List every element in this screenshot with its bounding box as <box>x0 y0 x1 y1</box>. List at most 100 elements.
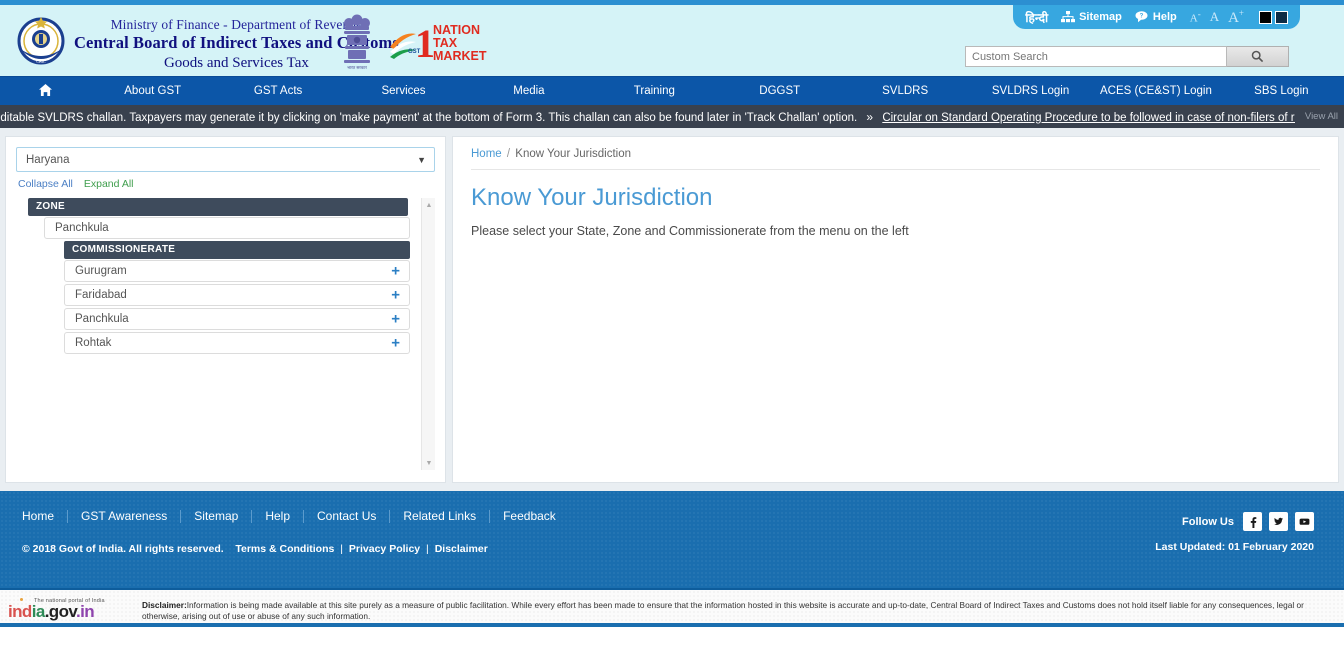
footer-pipe: | <box>340 543 343 555</box>
scroll-up-arrow-icon[interactable]: ▲ <box>422 198 436 212</box>
nav-item-gst-acts[interactable]: GST Acts <box>215 77 340 106</box>
ashoka-emblem-icon: भारत सरकार <box>344 14 370 70</box>
breadcrumb-current: Know Your Jurisdiction <box>515 148 632 160</box>
facebook-link[interactable] <box>1243 512 1262 531</box>
breadcrumb-home-link[interactable]: Home <box>471 148 502 160</box>
collapse-all-link[interactable]: Collapse All <box>18 178 73 190</box>
commissionerate-header: COMMISSIONERATE <box>64 241 410 259</box>
state-select-value: Haryana <box>26 153 70 166</box>
nav-item-training[interactable]: Training <box>592 77 717 106</box>
youtube-link[interactable] <box>1295 512 1314 531</box>
contrast-swatches <box>1259 10 1288 24</box>
cbic-emblem-logo: CBIC <box>17 17 65 65</box>
expand-plus-icon[interactable]: + <box>391 336 400 351</box>
nav-item-media[interactable]: Media <box>466 77 591 106</box>
footer-link-related-links[interactable]: Related Links <box>390 509 489 523</box>
font-decrease-button[interactable]: A- <box>1190 9 1201 25</box>
commissionerate-row[interactable]: Rohtak + <box>64 332 410 354</box>
breadcrumb-divider <box>471 169 1320 170</box>
hindi-language-link[interactable]: हिन्दी <box>1025 9 1048 26</box>
svg-text:TAX: TAX <box>433 36 458 50</box>
india-gov-wordmark: india.gov.in <box>8 602 130 622</box>
sitemap-label: Sitemap <box>1079 11 1122 23</box>
footer-link-terms[interactable]: Terms & Conditions <box>235 543 334 555</box>
state-select[interactable]: Haryana ▼ <box>16 147 435 172</box>
search-input[interactable] <box>965 46 1227 67</box>
home-icon <box>38 84 52 97</box>
commissionerate-row[interactable]: Gurugram + <box>64 260 410 282</box>
ticker-circular-link[interactable]: Circular on Standard Operating Procedure… <box>882 112 1318 124</box>
commissionerate-label: Gurugram <box>75 265 127 277</box>
utility-bar: हिन्दी Sitemap ? Help A- A A+ <box>1013 5 1300 29</box>
help-label: Help <box>1152 11 1177 23</box>
one-nation-tax-market-logo: GST 1 NATION TAX MARKET <box>390 21 487 63</box>
nav-item-services[interactable]: Services <box>341 77 466 106</box>
site-footer: Home GST Awareness Sitemap Help Contact … <box>0 491 1344 588</box>
commissionerate-label: Panchkula <box>75 313 129 325</box>
expand-plus-icon[interactable]: + <box>391 264 400 279</box>
main-content: Home / Know Your Jurisdiction Know Your … <box>452 136 1339 483</box>
expand-plus-icon[interactable]: + <box>391 288 400 303</box>
ticker-message: editable SVLDRS challan. Taxpayers may g… <box>0 111 858 124</box>
commissionerate-label: Faridabad <box>75 289 127 301</box>
sitemap-link[interactable]: Sitemap <box>1061 11 1122 23</box>
youtube-icon <box>1298 515 1311 528</box>
nav-item-svldrs-login[interactable]: SVLDRS Login <box>968 77 1093 106</box>
tree-actions: Collapse All Expand All <box>16 178 435 190</box>
footer-link-privacy[interactable]: Privacy Policy <box>349 543 420 555</box>
commissionerate-row[interactable]: Panchkula + <box>64 308 410 330</box>
tree-scrollbar[interactable]: ▲ ▼ <box>421 198 435 470</box>
nav-item-home[interactable] <box>0 77 90 106</box>
svg-text:1: 1 <box>415 21 435 63</box>
nav-item-about-gst[interactable]: About GST <box>90 77 215 106</box>
breadcrumb: Home / Know Your Jurisdiction <box>471 148 1320 169</box>
search-bar <box>965 46 1289 67</box>
tree-scroll-area: ZONE Panchkula COMMISSIONERATE Gurugram … <box>16 198 435 478</box>
twitter-link[interactable] <box>1269 512 1288 531</box>
facebook-icon <box>1246 515 1259 528</box>
ticker-separator-icon: » <box>866 109 874 124</box>
font-size-controls: A- A A+ <box>1190 8 1244 27</box>
ticker-view-all-link[interactable]: View All <box>1294 105 1338 128</box>
search-button[interactable] <box>1227 46 1289 67</box>
expand-all-link[interactable]: Expand All <box>84 178 134 190</box>
news-ticker: editable SVLDRS challan. Taxpayers may g… <box>0 105 1344 128</box>
contrast-navy-swatch[interactable] <box>1275 10 1288 24</box>
commissionerate-label: Rohtak <box>75 337 112 349</box>
logo-dot-icon <box>20 598 23 601</box>
svg-text:CBIC: CBIC <box>36 59 46 64</box>
nav-item-svldrs[interactable]: SVLDRS <box>842 77 967 106</box>
india-gov-logo[interactable]: The national portal of India india.gov.i… <box>8 596 130 622</box>
commissionerate-row[interactable]: Faridabad + <box>64 284 410 306</box>
footer-link-gst-awareness[interactable]: GST Awareness <box>68 509 180 523</box>
footer-link-sitemap[interactable]: Sitemap <box>181 509 251 523</box>
zone-item-panchkula[interactable]: Panchkula <box>44 217 410 239</box>
expand-plus-icon[interactable]: + <box>391 312 400 327</box>
logo-in: .in <box>75 602 95 621</box>
font-increase-button[interactable]: A+ <box>1228 8 1244 27</box>
logo-ind: ind <box>8 602 32 621</box>
ticker-content: editable SVLDRS challan. Taxpayers may g… <box>0 110 1318 124</box>
zone-item-label: Panchkula <box>55 222 109 234</box>
scroll-down-arrow-icon[interactable]: ▼ <box>422 456 436 470</box>
nav-item-aces-login[interactable]: ACES (CE&ST) Login <box>1093 77 1218 106</box>
bottom-accent-bar <box>0 623 1344 627</box>
main-navigation: About GST GST Acts Services Media Traini… <box>0 76 1344 105</box>
jurisdiction-sidebar: Haryana ▼ Collapse All Expand All ZONE P… <box>5 136 446 483</box>
jurisdiction-tree: ZONE Panchkula COMMISSIONERATE Gurugram … <box>16 198 435 354</box>
footer-link-feedback[interactable]: Feedback <box>490 509 569 523</box>
nav-item-sbs-login[interactable]: SBS Login <box>1219 77 1344 106</box>
nav-item-dggst[interactable]: DGGST <box>717 77 842 106</box>
breadcrumb-separator: / <box>506 148 511 160</box>
contrast-black-swatch[interactable] <box>1259 10 1272 24</box>
footer-link-help[interactable]: Help <box>252 509 303 523</box>
page-title: Know Your Jurisdiction <box>471 184 713 211</box>
footer-link-disclaimer[interactable]: Disclaimer <box>435 543 488 555</box>
footer-copyright-row: © 2018 Govt of India. All rights reserve… <box>22 543 1322 555</box>
svg-text:?: ? <box>1140 14 1144 20</box>
footer-link-home[interactable]: Home <box>22 509 67 523</box>
copyright-text: © 2018 Govt of India. All rights reserve… <box>22 543 224 555</box>
font-normal-button[interactable]: A <box>1210 9 1219 25</box>
help-link[interactable]: ? Help <box>1135 11 1177 23</box>
footer-link-contact-us[interactable]: Contact Us <box>304 509 389 523</box>
